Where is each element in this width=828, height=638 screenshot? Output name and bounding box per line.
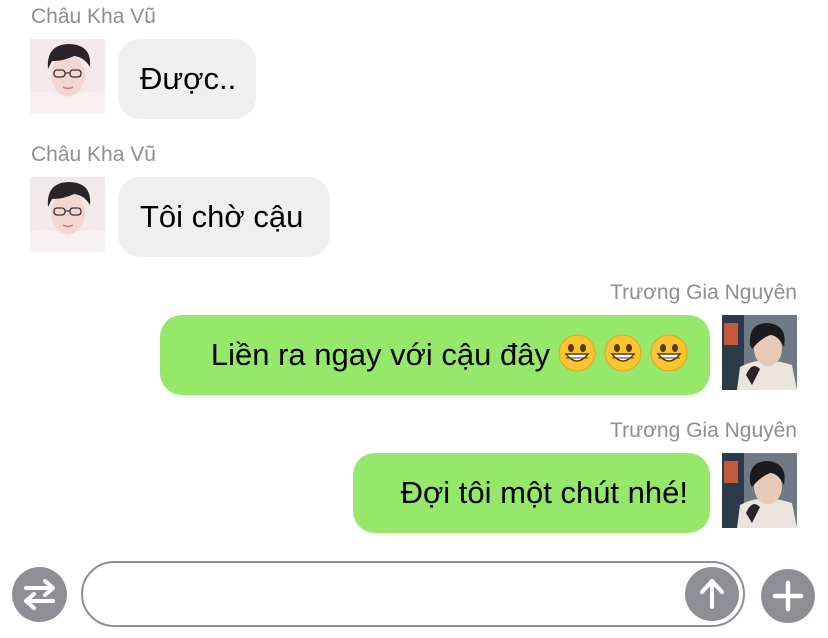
message-text: Liền ra ngay với cậu đây (210, 337, 550, 372)
add-button[interactable] (761, 569, 815, 623)
avatar-truong-gia-nguyen (722, 453, 797, 528)
grinning-face-icon (650, 334, 688, 372)
swap-arrows-icon (24, 579, 55, 610)
avatar-chau-kha-vu (30, 177, 105, 252)
message-input[interactable] (103, 575, 687, 615)
plus-icon (772, 580, 804, 612)
message-bubble[interactable]: Được.. (118, 39, 256, 119)
message-bubble[interactable]: Đợi tôi một chút nhé! (353, 453, 710, 533)
grinning-face-icon (604, 334, 642, 372)
input-bar (0, 556, 828, 638)
sender-name: Châu Kha Vũ (31, 143, 156, 166)
message-bubble[interactable]: Liền ra ngay với cậu đây (160, 315, 710, 395)
swap-button[interactable] (12, 567, 67, 622)
message-input-field[interactable] (81, 561, 745, 627)
avatar-truong-gia-nguyen (722, 315, 797, 390)
send-button[interactable] (685, 567, 739, 621)
avatar[interactable] (30, 39, 105, 114)
avatar[interactable] (722, 315, 797, 390)
sender-name: Châu Kha Vũ (31, 5, 156, 28)
avatar[interactable] (30, 177, 105, 252)
message-bubble[interactable]: Tôi chờ cậu (118, 177, 330, 257)
avatar-chau-kha-vu (30, 39, 105, 114)
avatar[interactable] (722, 453, 797, 528)
sender-name: Trương Gia Nguyên (610, 281, 797, 304)
sender-name: Trương Gia Nguyên (610, 419, 797, 442)
arrow-up-icon (700, 579, 724, 609)
grinning-face-icon (558, 334, 596, 372)
